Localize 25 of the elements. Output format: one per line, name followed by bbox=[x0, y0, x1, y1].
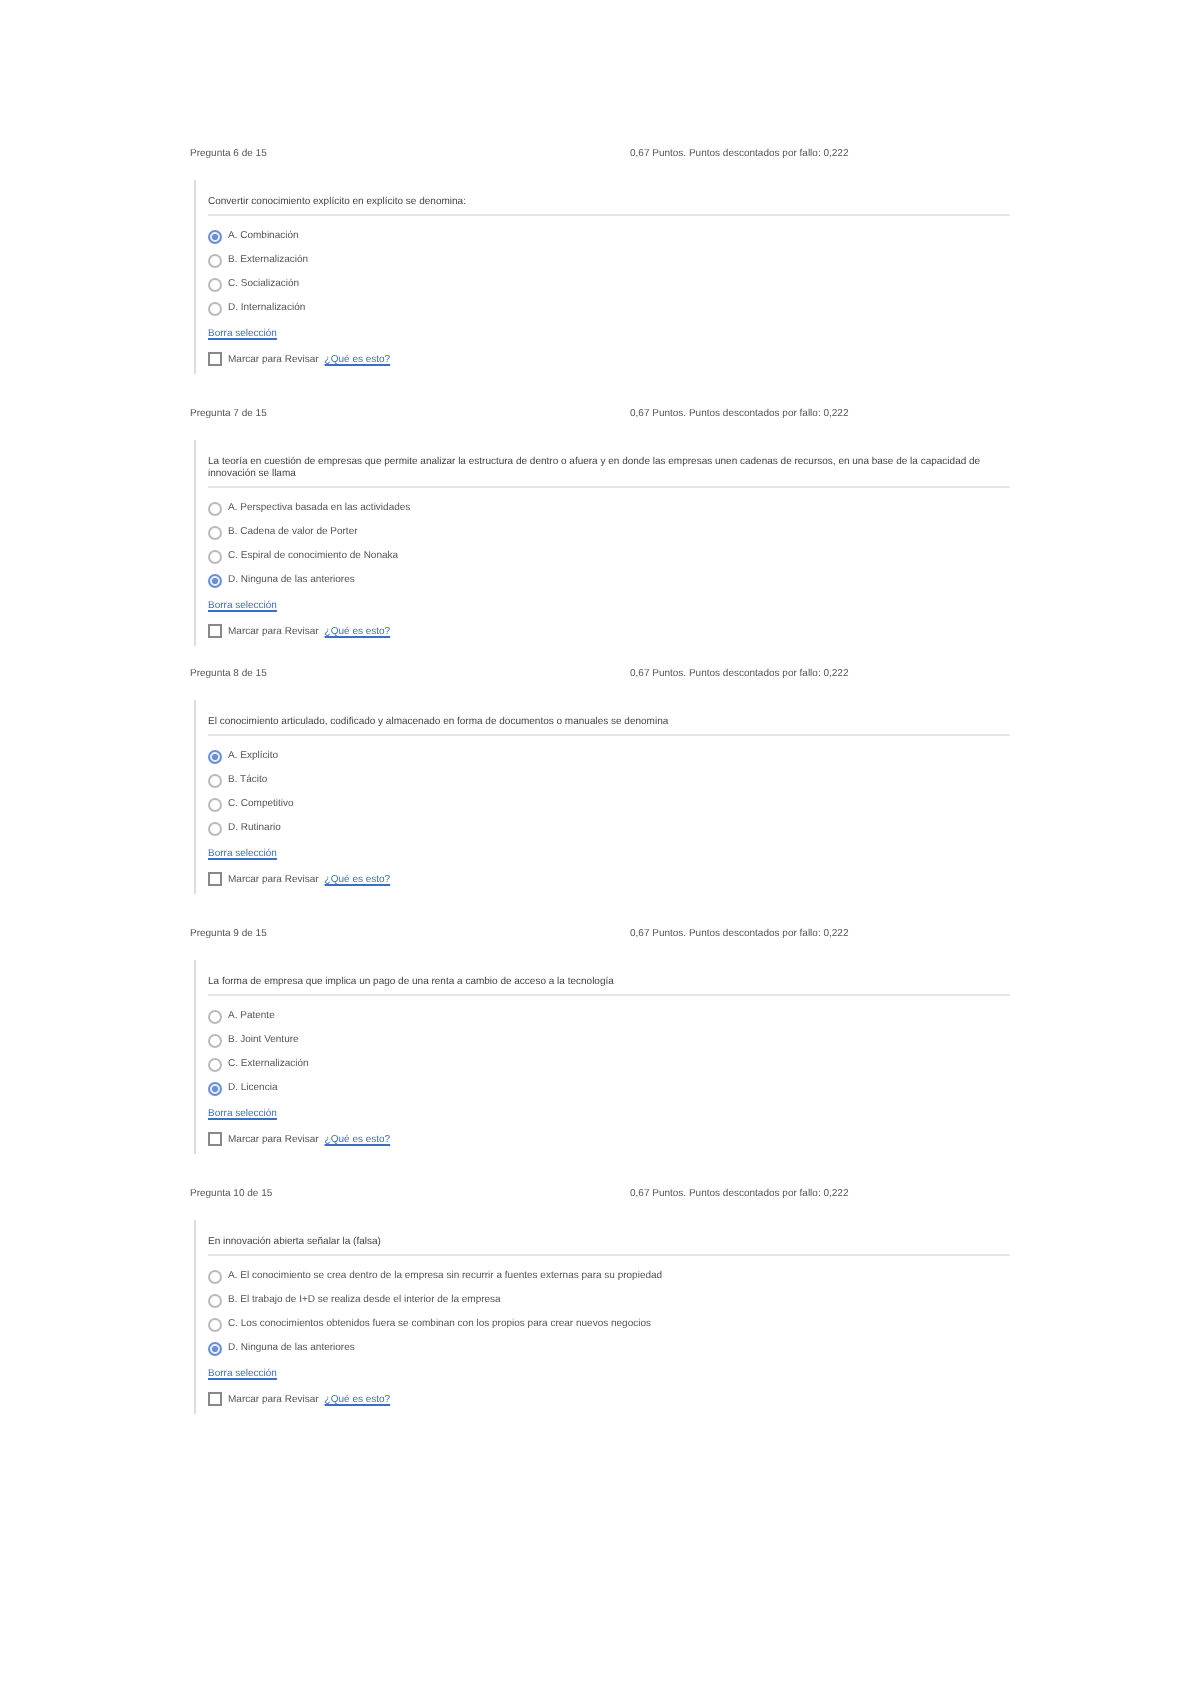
radio-button[interactable] bbox=[208, 1033, 222, 1047]
radio-button[interactable] bbox=[208, 1057, 222, 1071]
radio-button[interactable] bbox=[208, 277, 222, 291]
checkbox[interactable] bbox=[208, 1392, 222, 1406]
radio-button[interactable] bbox=[208, 229, 222, 243]
radio-button[interactable] bbox=[208, 749, 222, 763]
radio-button[interactable] bbox=[208, 1081, 222, 1095]
radio-button[interactable] bbox=[208, 501, 222, 515]
radio-button[interactable] bbox=[208, 573, 222, 587]
radio-button[interactable] bbox=[208, 1009, 222, 1023]
radio-button[interactable] bbox=[208, 821, 222, 835]
checkbox[interactable] bbox=[208, 624, 222, 638]
checkbox[interactable] bbox=[208, 872, 222, 886]
radio-button[interactable] bbox=[208, 1269, 222, 1283]
radio-button[interactable] bbox=[208, 1293, 222, 1307]
radio-button[interactable] bbox=[208, 1341, 222, 1355]
radio-button[interactable] bbox=[208, 253, 222, 267]
radio-button[interactable] bbox=[208, 301, 222, 315]
radio-button[interactable] bbox=[208, 549, 222, 563]
radio-button[interactable] bbox=[208, 1317, 222, 1331]
radio-button[interactable] bbox=[208, 797, 222, 811]
radio-button[interactable] bbox=[208, 525, 222, 539]
checkbox[interactable] bbox=[208, 1132, 222, 1146]
checkbox[interactable] bbox=[208, 352, 222, 366]
radio-button[interactable] bbox=[208, 773, 222, 787]
